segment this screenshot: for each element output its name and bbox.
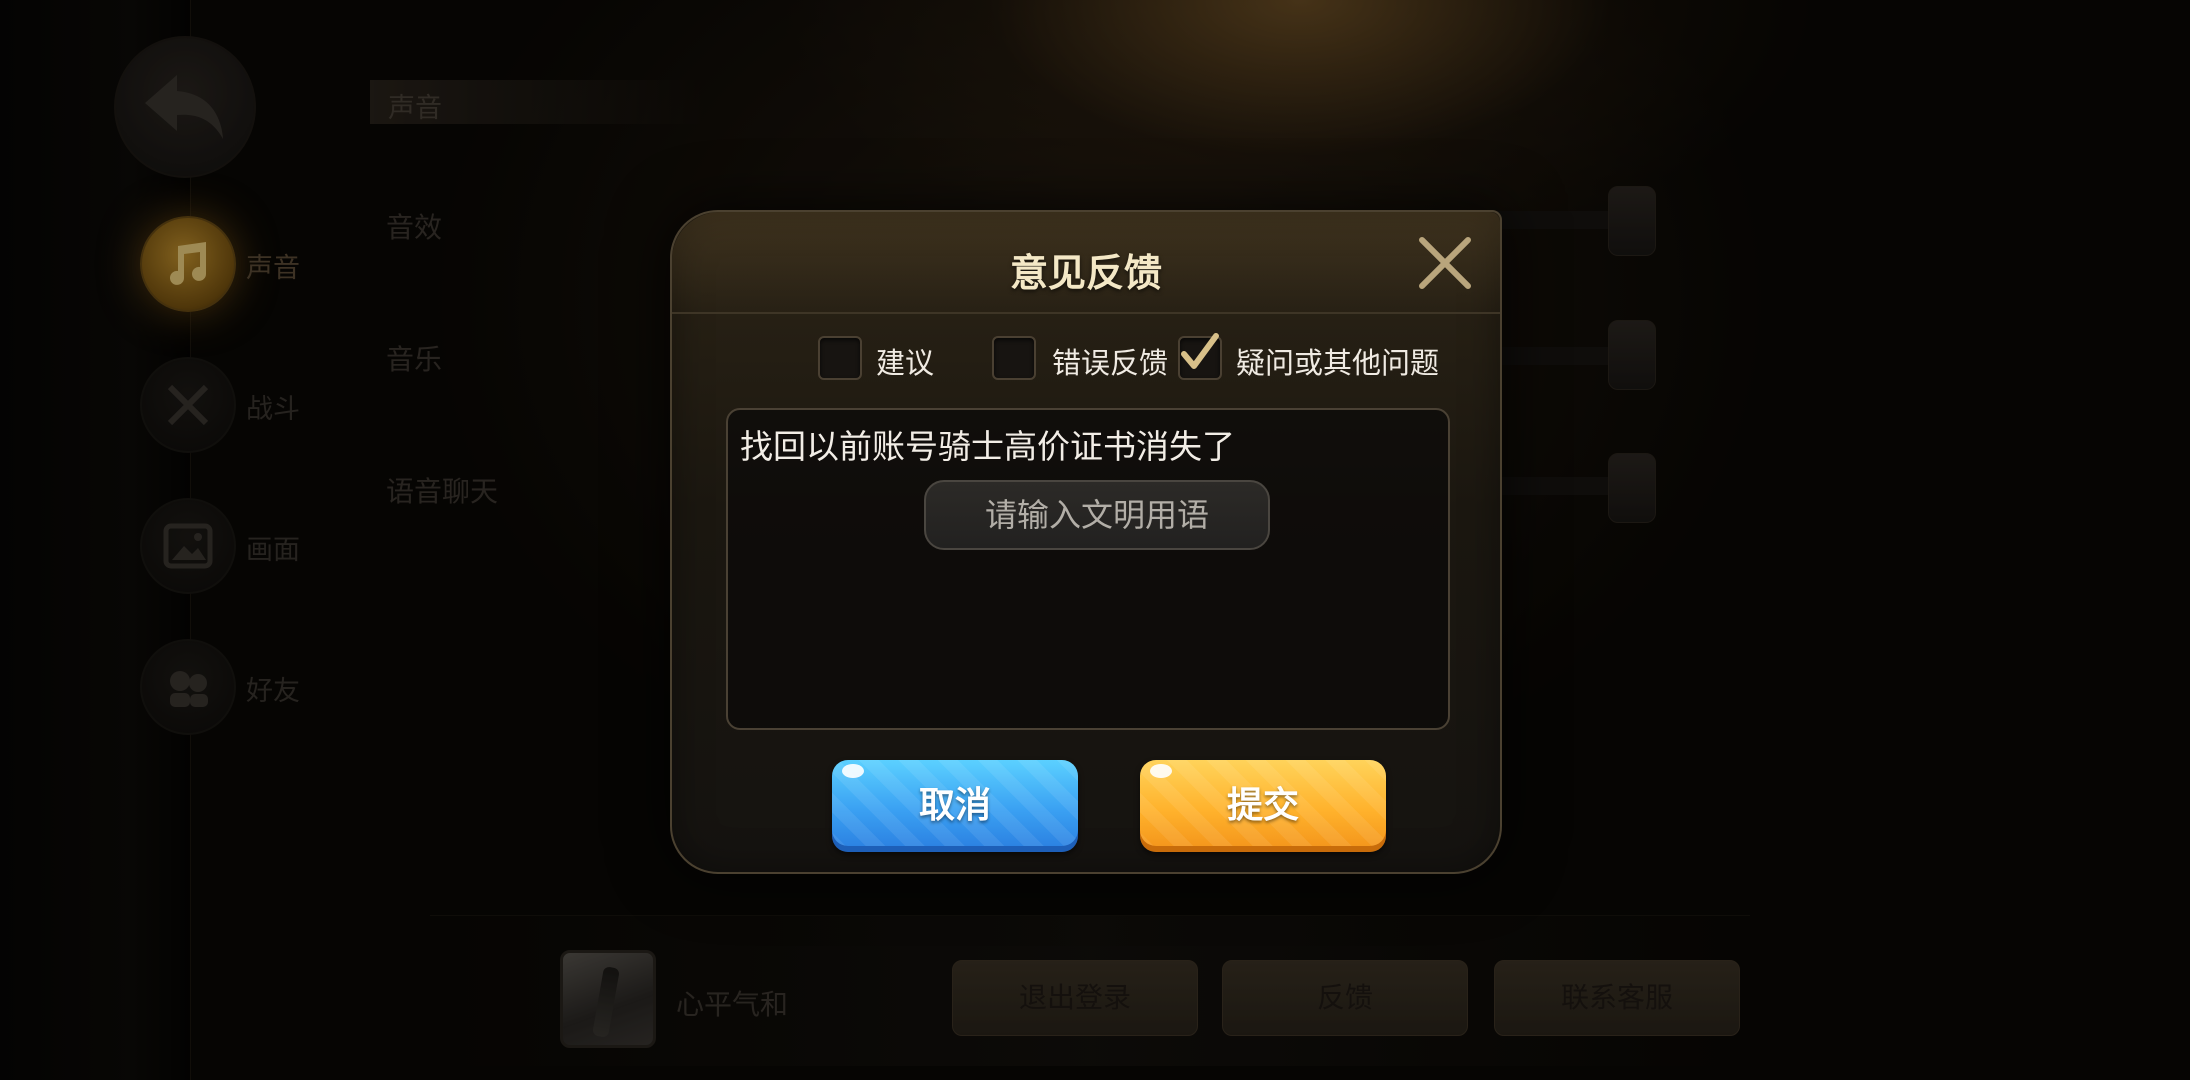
gloss-highlight (1150, 764, 1172, 778)
input-placeholder-hint: 请输入文明用语 (924, 480, 1270, 550)
dialog-title: 意见反馈 (1009, 251, 1162, 295)
checkbox-label: 错误反馈 (1052, 346, 1169, 380)
checkmark-icon (1181, 333, 1219, 369)
checkbox-label: 疑问或其他问题 (1236, 346, 1440, 380)
feedback-text-value: 找回以前账号骑士高价证书消失了 (740, 427, 1235, 466)
checkbox-suggestion[interactable] (818, 336, 862, 380)
cancel-button-label: 取消 (918, 785, 991, 826)
submit-button-label: 提交 (1226, 785, 1299, 826)
gloss-highlight (842, 764, 864, 778)
close-button[interactable] (1416, 234, 1474, 292)
checkbox-bug-report[interactable] (992, 336, 1036, 380)
feedback-dialog: 意见反馈 建议 错误反馈 疑问或其他问题 找回以前账号骑士高价证书消失了 请输入… (670, 210, 1502, 874)
close-icon (1419, 237, 1471, 289)
checkbox-label: 建议 (876, 346, 935, 380)
cancel-button[interactable]: 取消 (832, 760, 1078, 852)
submit-button[interactable]: 提交 (1140, 760, 1386, 852)
checkbox-question-other[interactable] (1178, 333, 1222, 380)
feedback-textarea[interactable]: 找回以前账号骑士高价证书消失了 请输入文明用语 (726, 408, 1450, 730)
